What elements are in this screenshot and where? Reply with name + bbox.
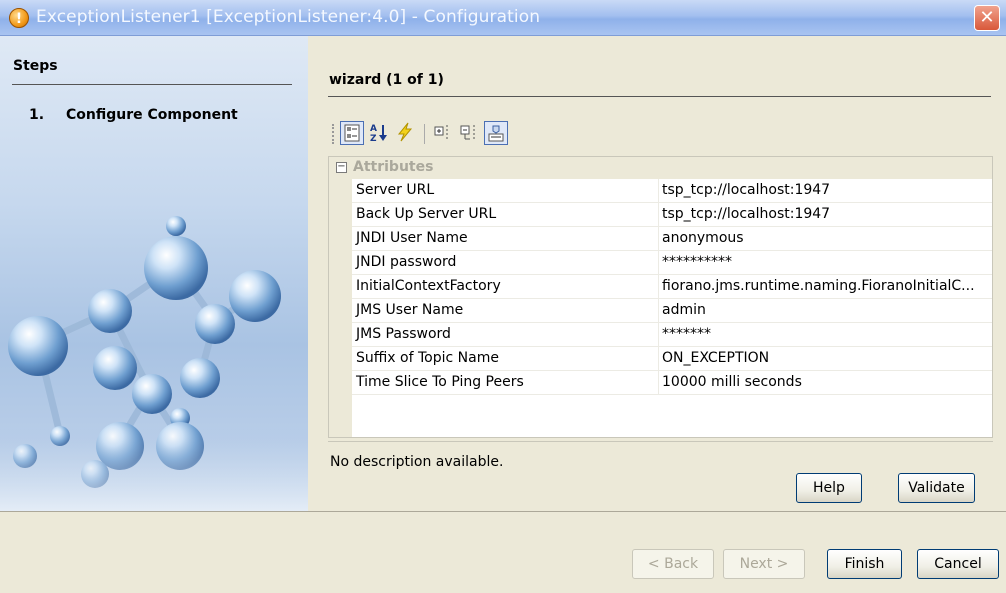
property-value[interactable]: anonymous	[662, 230, 744, 246]
column-divider	[658, 299, 659, 322]
wizard-heading: wizard (1 of 1)	[329, 72, 444, 88]
column-divider	[658, 203, 659, 226]
table-row[interactable]: JMS User Name admin	[352, 299, 992, 323]
molecule-illustration	[0, 216, 308, 511]
description-icon[interactable]	[484, 121, 508, 145]
window-title: ExceptionListener1 [ExceptionListener:4.…	[36, 7, 541, 27]
column-divider	[658, 227, 659, 250]
finish-button[interactable]: Finish	[827, 549, 902, 579]
table-row[interactable]: JMS Password *******	[352, 323, 992, 347]
column-divider	[658, 323, 659, 346]
table-row[interactable]: JNDI password **********	[352, 251, 992, 275]
description-divider	[328, 441, 993, 442]
svg-text:Z: Z	[370, 134, 377, 143]
property-value[interactable]: *******	[662, 326, 711, 342]
property-name: JNDI User Name	[356, 230, 468, 246]
column-divider	[658, 179, 659, 202]
column-divider	[658, 275, 659, 298]
title-bar[interactable]: ! ExceptionListener1 [ExceptionListener:…	[0, 0, 1006, 36]
svg-text:A: A	[370, 124, 377, 134]
close-button[interactable]: ✕	[974, 5, 1000, 31]
wizard-panel: wizard (1 of 1) A Z − Attributes Server …	[308, 36, 1006, 511]
property-value[interactable]: **********	[662, 254, 732, 270]
table-row[interactable]: JNDI User Name anonymous	[352, 227, 992, 251]
property-value[interactable]: tsp_tcp://localhost:1947	[662, 206, 830, 222]
help-button[interactable]: Help	[796, 473, 862, 503]
step-number: 1.	[29, 107, 45, 123]
property-name: Time Slice To Ping Peers	[356, 374, 524, 390]
next-button[interactable]: Next >	[723, 549, 805, 579]
table-row[interactable]: Time Slice To Ping Peers 10000 milli sec…	[352, 371, 992, 395]
property-name: JMS Password	[356, 326, 451, 342]
wizard-divider	[328, 96, 991, 97]
column-divider	[658, 347, 659, 370]
category-attributes[interactable]: − Attributes	[329, 157, 992, 179]
property-name: InitialContextFactory	[356, 278, 501, 294]
steps-panel: Steps 1. Configure Component	[0, 36, 308, 511]
property-name: Server URL	[356, 182, 435, 198]
toolbar-grip[interactable]	[332, 124, 336, 144]
categorized-view-icon[interactable]	[340, 121, 364, 145]
property-value[interactable]: tsp_tcp://localhost:1947	[662, 182, 830, 198]
category-label: Attributes	[353, 159, 434, 175]
property-value[interactable]: admin	[662, 302, 706, 318]
toolbar-separator	[424, 124, 425, 144]
property-toolbar: A Z	[330, 116, 630, 152]
property-value[interactable]: ON_EXCEPTION	[662, 350, 769, 366]
collapse-toggle-icon[interactable]: −	[336, 162, 347, 173]
expand-all-icon[interactable]	[432, 121, 456, 145]
events-icon[interactable]	[394, 121, 418, 145]
table-row[interactable]: Back Up Server URL tsp_tcp://localhost:1…	[352, 203, 992, 227]
table-row[interactable]: InitialContextFactory fiorano.jms.runtim…	[352, 275, 992, 299]
back-button[interactable]: < Back	[632, 549, 714, 579]
steps-heading: Steps	[13, 58, 58, 74]
property-name: Back Up Server URL	[356, 206, 497, 222]
column-divider	[658, 371, 659, 394]
table-row[interactable]: Suffix of Topic Name ON_EXCEPTION	[352, 347, 992, 371]
table-row[interactable]: Server URL tsp_tcp://localhost:1947	[352, 179, 992, 203]
property-value[interactable]: 10000 milli seconds	[662, 374, 802, 390]
property-name: JNDI password	[356, 254, 457, 270]
property-grid: − Attributes Server URL tsp_tcp://localh…	[328, 156, 993, 438]
warning-icon: !	[9, 8, 29, 28]
validate-button[interactable]: Validate	[898, 473, 975, 503]
column-divider	[658, 251, 659, 274]
wizard-footer: < Back Next > Finish Cancel	[0, 512, 1006, 593]
property-name: JMS User Name	[356, 302, 464, 318]
property-value[interactable]: fiorano.jms.runtime.naming.FioranoInitia…	[662, 278, 975, 294]
collapse-all-icon[interactable]	[458, 121, 482, 145]
property-name: Suffix of Topic Name	[356, 350, 499, 366]
cancel-button[interactable]: Cancel	[917, 549, 999, 579]
sort-alphabetical-icon[interactable]: A Z	[367, 121, 391, 145]
step-configure-component[interactable]: Configure Component	[66, 107, 238, 123]
description-text: No description available.	[330, 454, 504, 470]
steps-divider	[12, 84, 292, 85]
grid-margin	[329, 179, 352, 437]
